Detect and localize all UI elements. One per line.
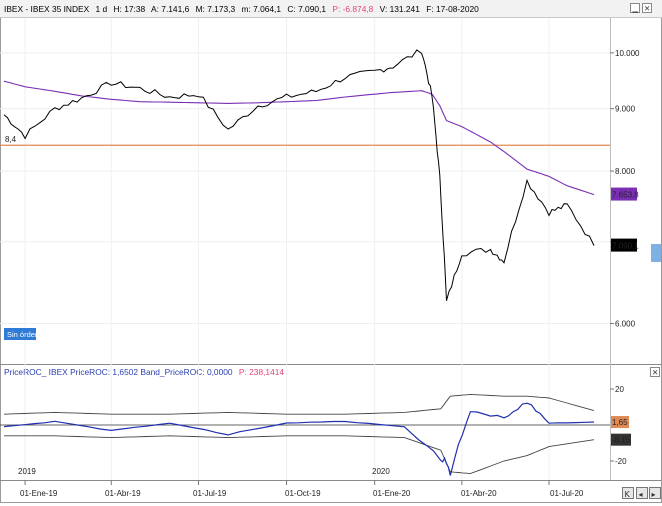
year-label-2019: 2019 bbox=[18, 467, 36, 476]
indicator-close-icon: ✕ bbox=[652, 368, 658, 377]
minimize-icon: ▁ bbox=[632, 5, 639, 13]
month-label-3: 01-Oct-19 bbox=[285, 489, 321, 498]
header-volume: V: 131.241 bbox=[380, 4, 421, 14]
trading-chart-window: IBEX - IBEX 35 INDEX 1 d H: 17:38 A: 7.1… bbox=[0, 0, 662, 503]
month-label-4: 01-Ene-20 bbox=[373, 489, 411, 498]
indicator-ytick-label: 20 bbox=[615, 385, 624, 394]
support-level-label: 8,4 bbox=[5, 135, 17, 144]
header-symbol: IBEX - IBEX 35 INDEX bbox=[4, 4, 90, 14]
zoom-icon: K bbox=[625, 490, 631, 499]
main-ytick-label: 9.000 bbox=[615, 105, 636, 114]
window-frame bbox=[0, 0, 662, 503]
main-ytick-label: 10.000 bbox=[615, 49, 640, 58]
indicator-ytick-label: -20 bbox=[615, 457, 627, 466]
header-open: A: 7.141,6 bbox=[151, 4, 190, 14]
header-change: P: -6.874,8 bbox=[332, 4, 373, 14]
no-orders-label: Sin órdenes bbox=[7, 330, 47, 339]
main-ytick-label: 8.000 bbox=[615, 167, 636, 176]
month-label-0: 01-Ene-19 bbox=[20, 489, 58, 498]
header-low: m: 7.064,1 bbox=[241, 4, 281, 14]
side-scroll-handle[interactable] bbox=[651, 244, 661, 262]
header-high: M: 7.173,3 bbox=[196, 4, 236, 14]
roc-value-label: 1,65 bbox=[612, 418, 628, 427]
header-date: F: 17-08-2020 bbox=[426, 4, 479, 14]
month-label-2: 01-Jul-19 bbox=[193, 489, 227, 498]
chevron-left-icon: ◂ bbox=[639, 490, 643, 499]
header-text: IBEX - IBEX 35 INDEX 1 d H: 17:38 A: 7.1… bbox=[4, 4, 479, 14]
band-value-label: -8,15 bbox=[612, 436, 631, 445]
header-close: C: 7.090,1 bbox=[287, 4, 326, 14]
close-icon: ✕ bbox=[644, 4, 650, 13]
chart-canvas[interactable]: IBEX - IBEX 35 INDEX 1 d H: 17:38 A: 7.1… bbox=[0, 0, 662, 503]
month-label-6: 01-Jul-20 bbox=[550, 489, 584, 498]
year-label-2020: 2020 bbox=[372, 467, 390, 476]
header-interval: 1 d bbox=[96, 4, 108, 14]
month-label-1: 01-Abr-19 bbox=[105, 489, 141, 498]
chevron-right-icon: ▸ bbox=[652, 490, 656, 499]
ma-value-label: 7.653,8 bbox=[612, 191, 639, 200]
header-hour: H: 17:38 bbox=[114, 4, 146, 14]
indicator-title: PriceROC_ IBEX PriceROC: 1,6502 Band_Pri… bbox=[4, 367, 284, 377]
main-ytick-label: 6.000 bbox=[615, 319, 636, 328]
month-label-5: 01-Abr-20 bbox=[461, 489, 497, 498]
price-value-label: 7.090,1 bbox=[612, 242, 639, 251]
indicator-p-text: P: 238,1414 bbox=[239, 367, 285, 377]
